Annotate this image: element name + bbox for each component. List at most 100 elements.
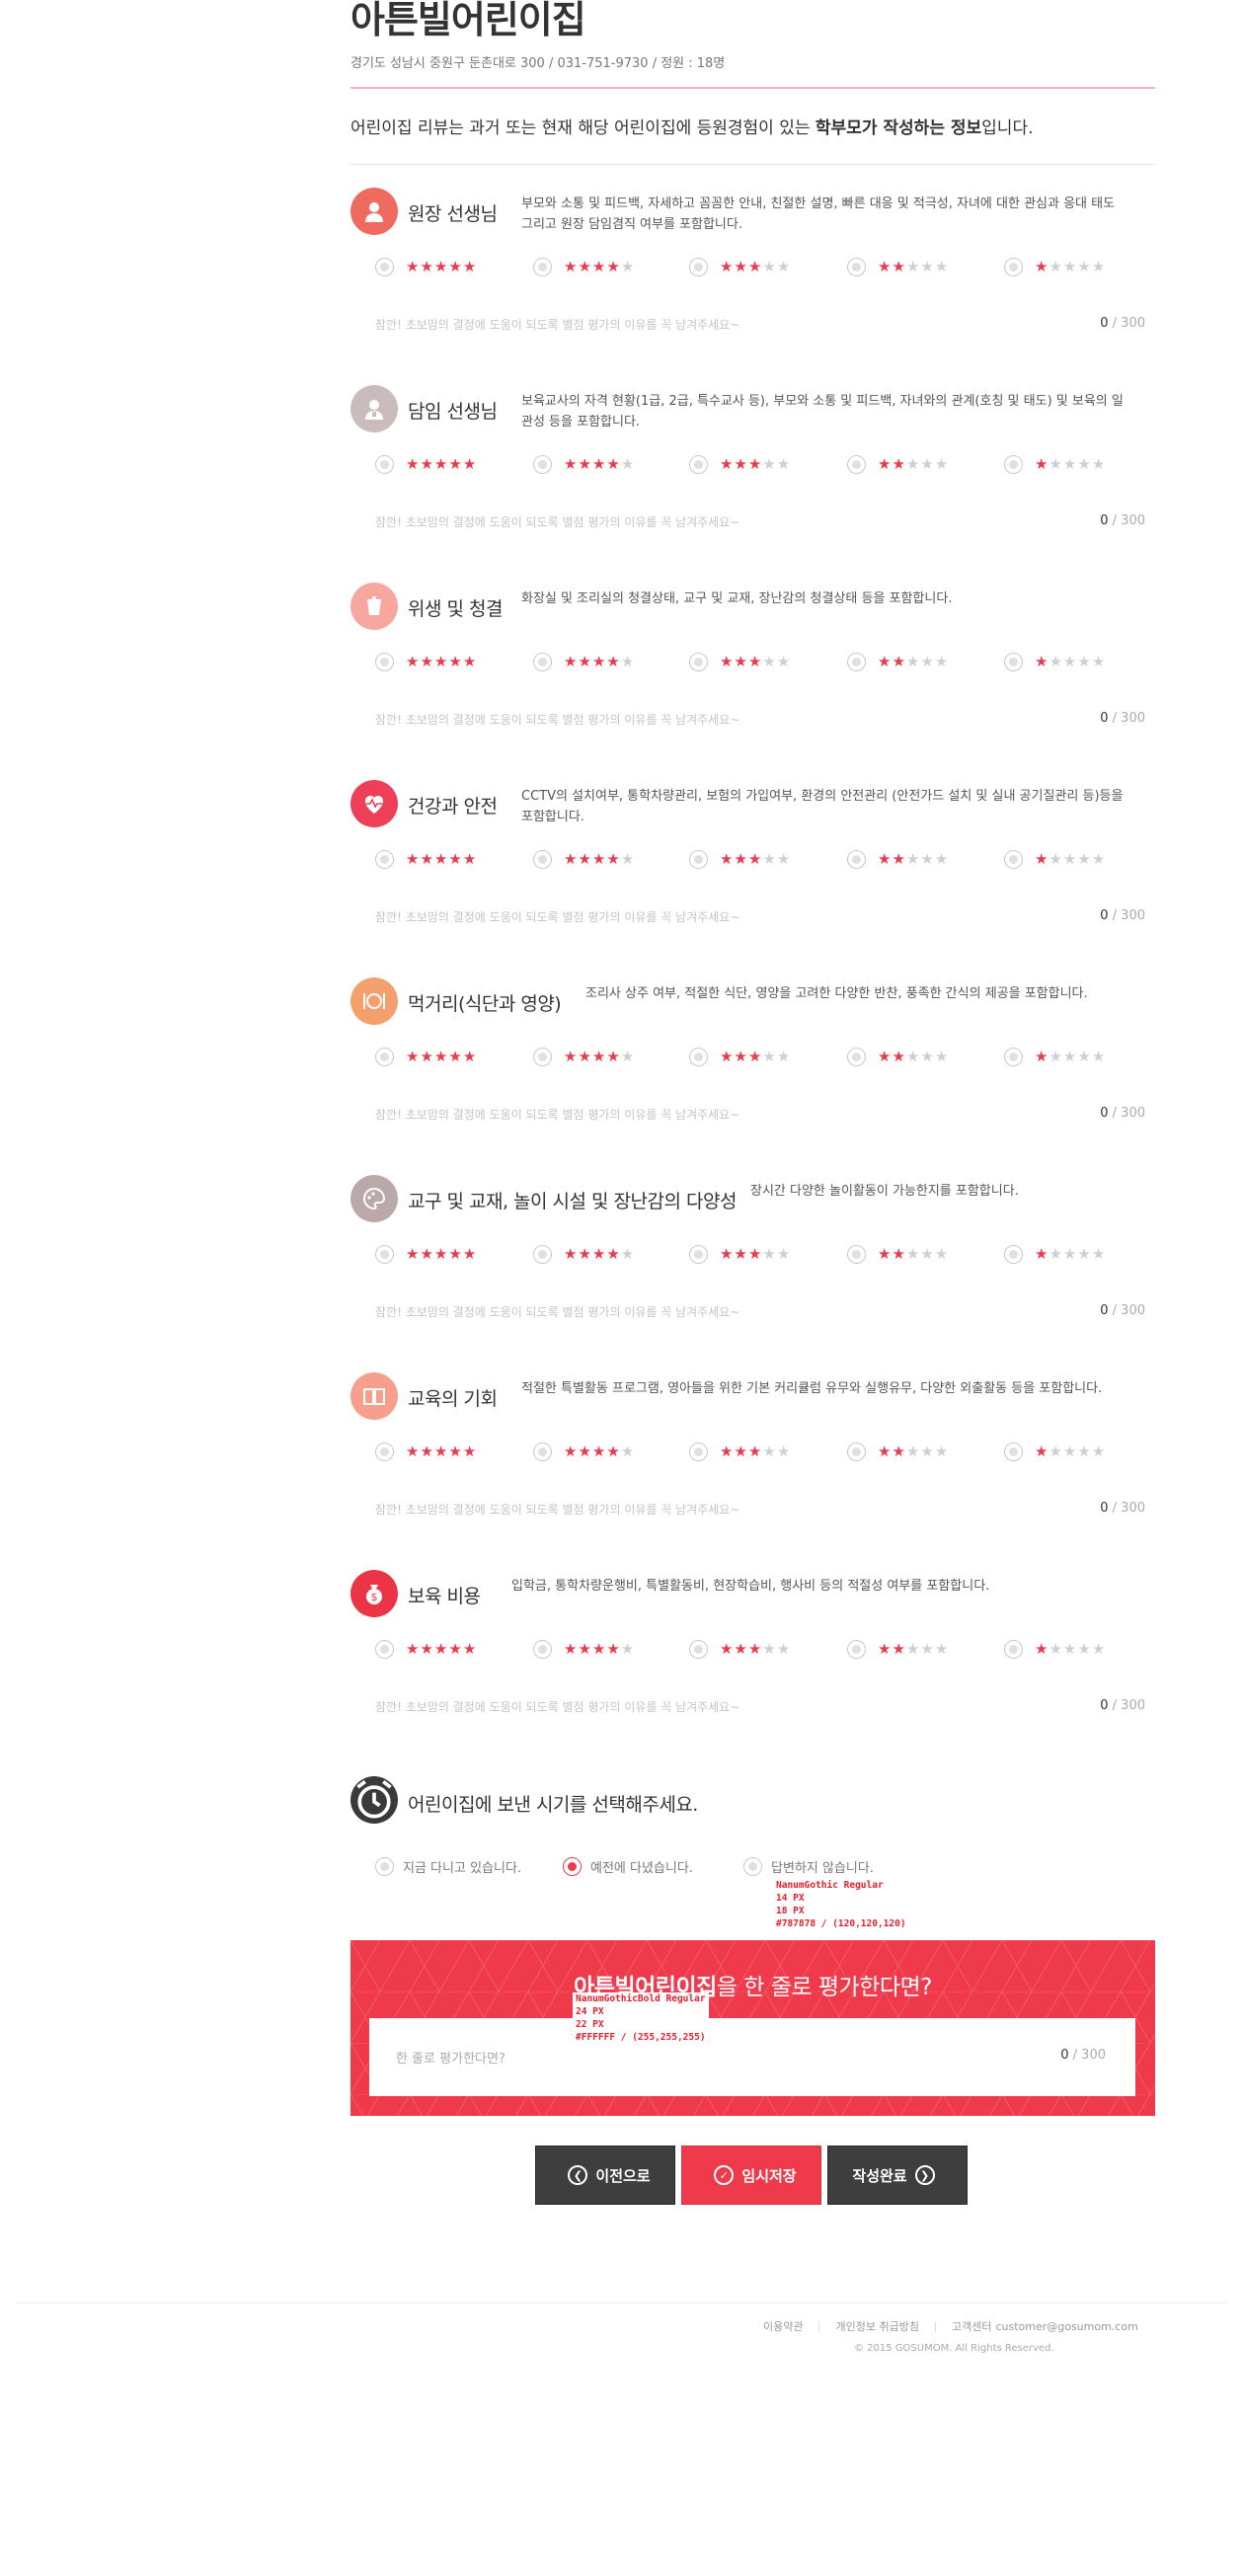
rating-option-4-stars[interactable]: ★ ★ ★ ★ ★ [533,1244,635,1264]
radio-button[interactable] [689,454,708,474]
rating-option-4-stars[interactable]: ★ ★ ★ ★ ★ [533,1047,635,1066]
radio-button[interactable] [847,454,866,474]
rating-option-5-stars[interactable]: ★ ★ ★ ★ ★ [375,1047,477,1066]
rating-comment-input[interactable]: 잠깐! 초보맘의 결정에 도움이 되도록 별점 평가의 이유를 꼭 남겨주세요~… [375,1303,1145,1323]
rating-option-4-stars[interactable]: ★ ★ ★ ★ ★ [533,652,635,671]
rating-option-3-stars[interactable]: ★ ★ ★ ★ ★ [689,1244,791,1264]
radio-button[interactable] [533,1047,552,1066]
radio-button[interactable] [563,1857,582,1876]
rating-option-2-stars[interactable]: ★ ★ ★ ★ ★ [847,652,949,671]
rating-option-5-stars[interactable]: ★ ★ ★ ★ ★ [375,652,477,671]
rating-option-3-stars[interactable]: ★ ★ ★ ★ ★ [689,849,791,869]
radio-button[interactable] [375,454,394,474]
rating-comment-input[interactable]: 잠깐! 초보맘의 결정에 도움이 되도록 별점 평가의 이유를 꼭 남겨주세요~… [375,711,1145,731]
attendance-option-current[interactable]: 지금 다니고 있습니다. [375,1857,521,1876]
radio-button[interactable] [375,257,394,276]
privacy-link[interactable]: 개인정보 취급방침 [835,2318,918,2334]
rating-option-4-stars[interactable]: ★ ★ ★ ★ ★ [533,849,635,869]
radio-button[interactable] [533,1442,552,1461]
radio-button[interactable] [847,257,866,276]
radio-button[interactable] [689,1442,708,1461]
rating-option-1-stars[interactable]: ★ ★ ★ ★ ★ [1004,1442,1106,1461]
radio-button[interactable] [375,849,394,869]
radio-button[interactable] [847,1047,866,1066]
prev-button[interactable]: ❮ 이전으로 [535,2146,675,2205]
rating-option-2-stars[interactable]: ★ ★ ★ ★ ★ [847,1244,949,1264]
radio-button[interactable] [743,1857,762,1876]
support-email-link[interactable]: customer@gosumom.com [995,2320,1137,2333]
radio-button[interactable] [533,257,552,276]
radio-button[interactable] [689,1244,708,1264]
radio-button[interactable] [375,1442,394,1461]
radio-button[interactable] [1004,454,1023,474]
rating-option-5-stars[interactable]: ★ ★ ★ ★ ★ [375,1244,477,1264]
rating-option-1-stars[interactable]: ★ ★ ★ ★ ★ [1004,652,1106,671]
radio-button[interactable] [375,1639,394,1659]
radio-button[interactable] [1004,257,1023,276]
rating-option-4-stars[interactable]: ★ ★ ★ ★ ★ [533,257,635,276]
radio-button[interactable] [689,257,708,276]
radio-button[interactable] [847,652,866,671]
radio-button[interactable] [689,652,708,671]
rating-option-5-stars[interactable]: ★ ★ ★ ★ ★ [375,1639,477,1659]
rating-option-2-stars[interactable]: ★ ★ ★ ★ ★ [847,1442,949,1461]
rating-comment-input[interactable]: 잠깐! 초보맘의 결정에 도움이 되도록 별점 평가의 이유를 꼭 남겨주세요~… [375,1501,1145,1521]
rating-option-4-stars[interactable]: ★ ★ ★ ★ ★ [533,1442,635,1461]
radio-button[interactable] [533,849,552,869]
radio-button[interactable] [533,1244,552,1264]
rating-option-1-stars[interactable]: ★ ★ ★ ★ ★ [1004,849,1106,869]
rating-option-1-stars[interactable]: ★ ★ ★ ★ ★ [1004,1047,1106,1066]
radio-button[interactable] [847,1244,866,1264]
radio-button[interactable] [847,1639,866,1659]
radio-button[interactable] [533,454,552,474]
rating-option-3-stars[interactable]: ★ ★ ★ ★ ★ [689,1639,791,1659]
radio-button[interactable] [533,652,552,671]
radio-button[interactable] [1004,1639,1023,1659]
rating-option-3-stars[interactable]: ★ ★ ★ ★ ★ [689,1442,791,1461]
radio-button[interactable] [689,1047,708,1066]
submit-button[interactable]: 작성완료 ❯ [827,2146,968,2205]
rating-option-5-stars[interactable]: ★ ★ ★ ★ ★ [375,454,477,474]
rating-comment-input[interactable]: 잠깐! 초보맘의 결정에 도움이 되도록 별점 평가의 이유를 꼭 남겨주세요~… [375,1106,1145,1126]
radio-button[interactable] [1004,1047,1023,1066]
rating-comment-input[interactable]: 잠깐! 초보맘의 결정에 도움이 되도록 별점 평가의 이유를 꼭 남겨주세요~… [375,316,1145,336]
rating-option-4-stars[interactable]: ★ ★ ★ ★ ★ [533,454,635,474]
rating-comment-input[interactable]: 잠깐! 초보맘의 결정에 도움이 되도록 별점 평가의 이유를 꼭 남겨주세요~… [375,1698,1145,1718]
rating-option-1-stars[interactable]: ★ ★ ★ ★ ★ [1004,257,1106,276]
rating-option-3-stars[interactable]: ★ ★ ★ ★ ★ [689,257,791,276]
rating-option-2-stars[interactable]: ★ ★ ★ ★ ★ [847,454,949,474]
rating-option-1-stars[interactable]: ★ ★ ★ ★ ★ [1004,454,1106,474]
rating-option-5-stars[interactable]: ★ ★ ★ ★ ★ [375,849,477,869]
rating-option-2-stars[interactable]: ★ ★ ★ ★ ★ [847,257,949,276]
rating-option-2-stars[interactable]: ★ ★ ★ ★ ★ [847,849,949,869]
radio-button[interactable] [1004,1442,1023,1461]
radio-button[interactable] [847,849,866,869]
radio-button[interactable] [689,1639,708,1659]
radio-button[interactable] [847,1442,866,1461]
radio-button[interactable] [1004,652,1023,671]
temp-save-button[interactable]: ✓ 임시저장 [681,2146,821,2205]
radio-button[interactable] [375,1244,394,1264]
radio-button[interactable] [1004,1244,1023,1264]
rating-comment-input[interactable]: 잠깐! 초보맘의 결정에 도움이 되도록 별점 평가의 이유를 꼭 남겨주세요~… [375,908,1145,928]
rating-option-3-stars[interactable]: ★ ★ ★ ★ ★ [689,652,791,671]
attendance-option-past[interactable]: 예전에 다녔습니다. [563,1857,693,1876]
rating-comment-input[interactable]: 잠깐! 초보맘의 결정에 도움이 되도록 별점 평가의 이유를 꼭 남겨주세요~… [375,513,1145,533]
one-line-review-input[interactable]: 한 줄로 평가한다면? 0 / 300 [369,2018,1135,2096]
rating-option-5-stars[interactable]: ★ ★ ★ ★ ★ [375,257,477,276]
terms-link[interactable]: 이용약관 [763,2318,803,2334]
radio-button[interactable] [375,652,394,671]
radio-button[interactable] [533,1639,552,1659]
rating-option-3-stars[interactable]: ★ ★ ★ ★ ★ [689,1047,791,1066]
radio-button[interactable] [1004,849,1023,869]
rating-option-1-stars[interactable]: ★ ★ ★ ★ ★ [1004,1244,1106,1264]
rating-option-3-stars[interactable]: ★ ★ ★ ★ ★ [689,454,791,474]
rating-option-1-stars[interactable]: ★ ★ ★ ★ ★ [1004,1639,1106,1659]
rating-option-2-stars[interactable]: ★ ★ ★ ★ ★ [847,1639,949,1659]
rating-option-5-stars[interactable]: ★ ★ ★ ★ ★ [375,1442,477,1461]
radio-button[interactable] [375,1047,394,1066]
attendance-option-no-answer[interactable]: 답변하지 않습니다. [743,1857,874,1876]
radio-button[interactable] [375,1857,394,1876]
radio-button[interactable] [689,849,708,869]
rating-option-4-stars[interactable]: ★ ★ ★ ★ ★ [533,1639,635,1659]
